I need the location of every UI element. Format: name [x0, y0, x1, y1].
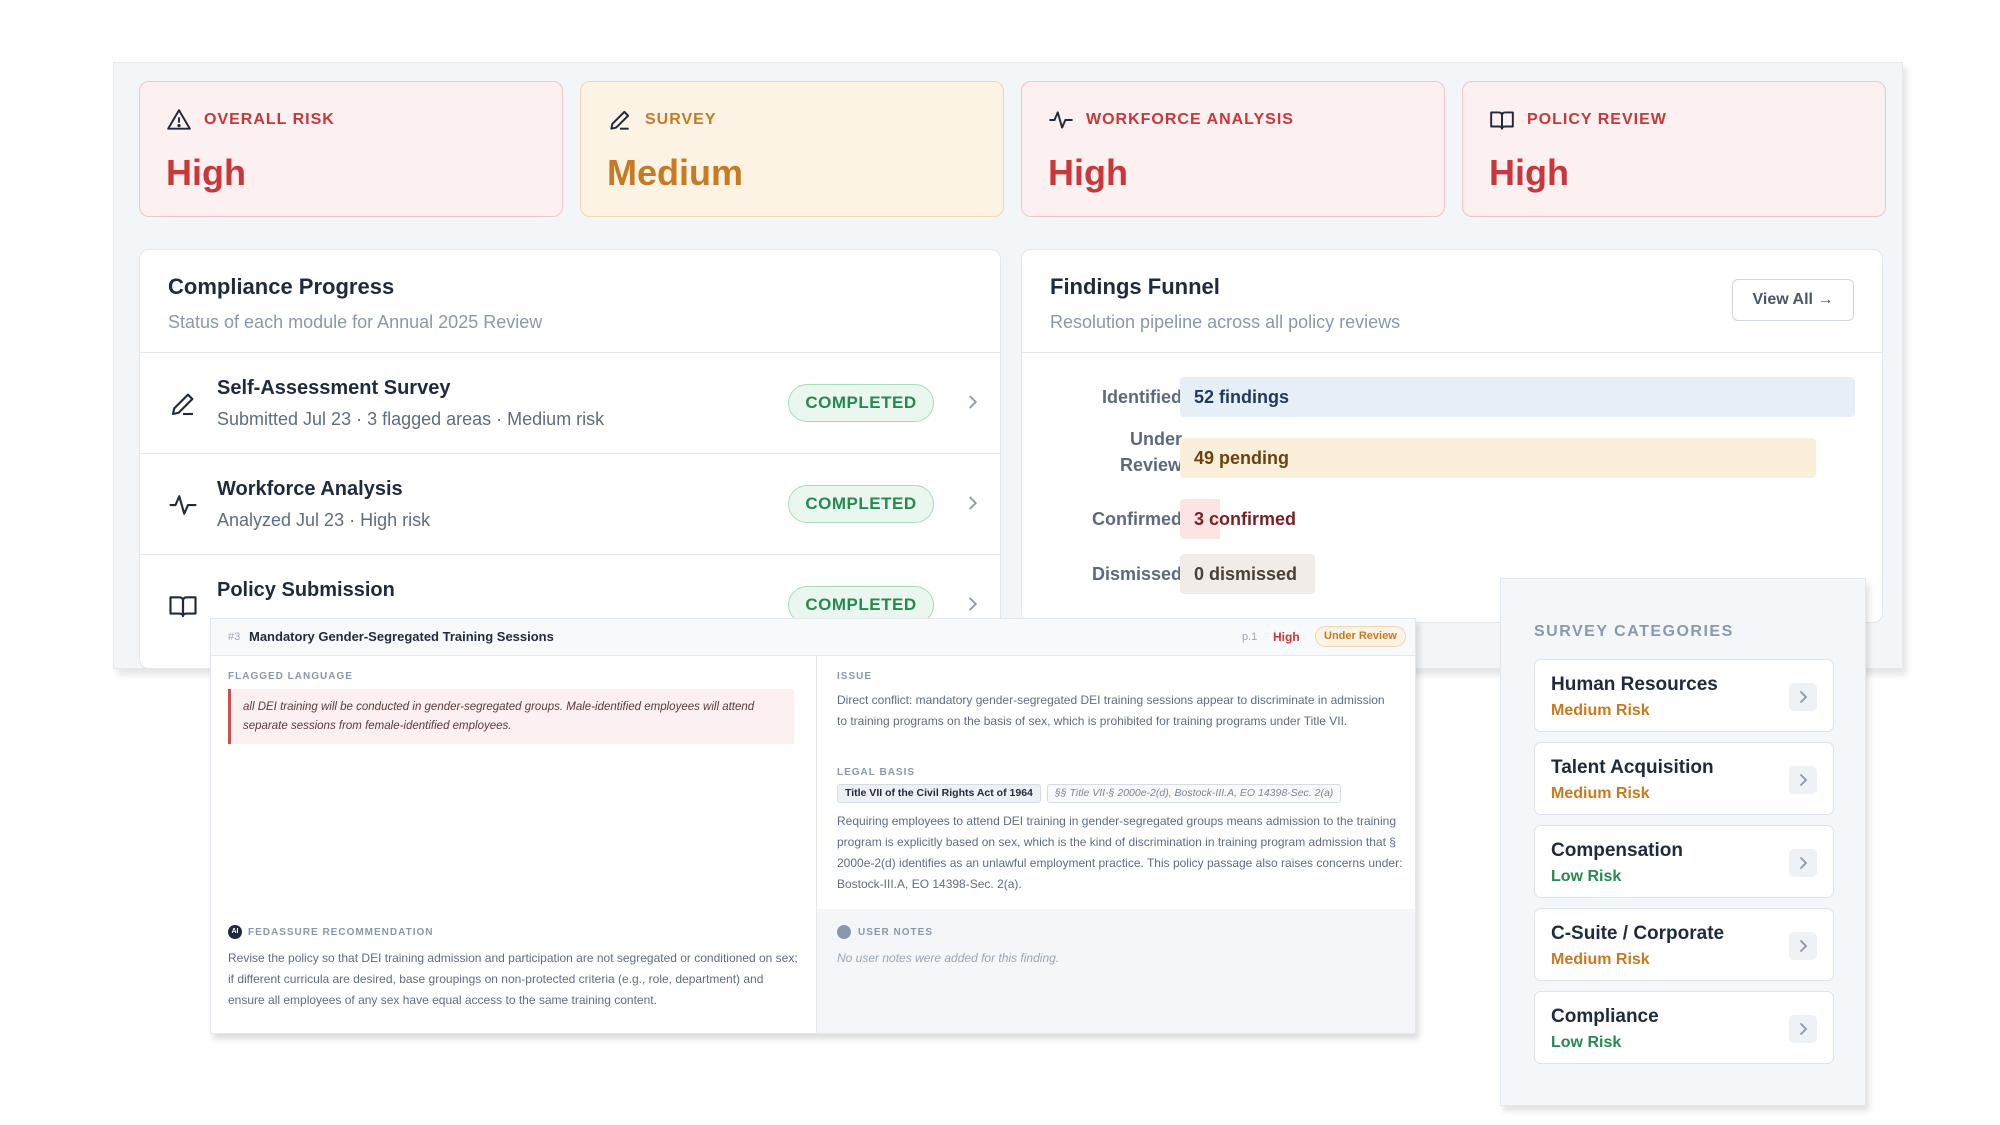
category-item[interactable]: Compensation Low Risk [1534, 825, 1834, 898]
category-risk: Low Risk [1551, 868, 1622, 885]
status-badge: Under Review [1315, 626, 1406, 647]
legal-basis-label: LEGAL BASIS [837, 767, 916, 778]
risk-card-workforce: WORKFORCE ANALYSIS High [1021, 81, 1445, 217]
legal-basis-text: Requiring employees to attend DEI traini… [837, 814, 1403, 891]
flagged-language-quote: all DEI training will be conducted in ge… [228, 689, 794, 744]
module-meta: Submitted Jul 23 · 3 flagged areas · Med… [217, 409, 605, 429]
recommendation-label: FEDASSURE RECOMMENDATION [248, 927, 434, 938]
funnel-row-under-review: Under Review 49 pending [1022, 429, 1882, 478]
user-icon [837, 925, 851, 939]
module-row-survey[interactable]: Self-Assessment Survey Submitted Jul 23 … [140, 353, 1000, 454]
findings-funnel-panel: Findings Funnel Resolution pipeline acro… [1021, 249, 1883, 623]
panel-title: Compliance Progress [168, 274, 395, 299]
category-risk: Medium Risk [1551, 785, 1650, 802]
finding-title: Mandatory Gender-Segregated Training Ses… [249, 629, 554, 644]
category-item[interactable]: Human Resources Medium Risk [1534, 659, 1834, 732]
funnel-label: Under Review [1119, 429, 1182, 475]
funnel-bar: 3 confirmed [1180, 499, 1340, 539]
issue-text: Direct conflict: mandatory gender-segreg… [837, 693, 1385, 728]
panel-header: Compliance Progress Status of each modul… [140, 250, 1000, 353]
finding-detail-card: #3 Mandatory Gender-Segregated Training … [210, 618, 1416, 1034]
recommendation-text: Revise the policy so that DEI training a… [228, 951, 798, 1007]
risk-card-survey: SURVEY Medium [580, 81, 1004, 217]
chevron-right-icon[interactable] [962, 492, 984, 514]
category-item[interactable]: C-Suite / Corporate Medium Risk [1534, 908, 1834, 981]
open-book-icon [169, 596, 197, 618]
category-name: C-Suite / Corporate [1551, 923, 1725, 944]
user-notes-label: USER NOTES [858, 927, 934, 938]
chevron-right-icon [1800, 774, 1808, 786]
chevron-right-icon [1800, 691, 1808, 703]
module-row-workforce[interactable]: Workforce Analysis Analyzed Jul 23 · Hig… [140, 454, 1000, 555]
flagged-language-label: FLAGGED LANGUAGE [228, 671, 353, 682]
chevron-right-icon[interactable] [962, 391, 984, 413]
legal-chip: Title VII of the Civil Rights Act of 196… [837, 784, 1041, 803]
funnel-label: Dismissed [1091, 564, 1182, 584]
risk-card-value: High [166, 152, 246, 193]
issue-label: ISSUE [837, 671, 873, 682]
pen-icon [610, 110, 630, 130]
category-name: Compliance [1551, 1006, 1659, 1027]
finding-header: #3 Mandatory Gender-Segregated Training … [211, 619, 1415, 656]
funnel-row-confirmed: Confirmed 3 confirmed [1022, 499, 1882, 539]
chevron-right-icon [1800, 940, 1808, 952]
category-name: Talent Acquisition [1551, 757, 1714, 778]
category-open-button[interactable] [1789, 683, 1817, 711]
status-badge: COMPLETED [788, 384, 934, 422]
risk-card-value: High [1489, 152, 1569, 193]
category-risk: Medium Risk [1551, 702, 1650, 719]
funnel-row-identified: Identified 52 findings [1022, 377, 1882, 417]
category-item[interactable]: Talent Acquisition Medium Risk [1534, 742, 1834, 815]
category-risk: Medium Risk [1551, 951, 1650, 968]
module-title: Workforce Analysis [217, 478, 403, 500]
panel-header: Findings Funnel Resolution pipeline acro… [1022, 250, 1882, 353]
module-title: Self-Assessment Survey [217, 377, 451, 399]
category-name: Compensation [1551, 840, 1683, 861]
survey-categories-title: SURVEY CATEGORIES [1534, 623, 1734, 640]
funnel-bar: 52 findings [1180, 377, 1855, 417]
finding-number: #3 [228, 631, 241, 643]
funnel-label: Confirmed [1092, 509, 1182, 529]
activity-pulse-icon [169, 495, 197, 515]
panel-subtitle: Status of each module for Annual 2025 Re… [168, 312, 543, 332]
activity-pulse-icon [1049, 111, 1073, 129]
funnel-bar: 0 dismissed [1180, 554, 1315, 594]
risk-card-label: OVERALL RISK [204, 111, 335, 128]
module-title: Policy Submission [217, 579, 395, 601]
pen-icon [171, 393, 194, 416]
finding-page: p.1 [1242, 631, 1258, 643]
chevron-right-icon [1800, 1023, 1808, 1035]
risk-card-value: High [1048, 152, 1128, 193]
severity-badge: High [1273, 630, 1300, 644]
category-item[interactable]: Compliance Low Risk [1534, 991, 1834, 1064]
category-open-button[interactable] [1789, 766, 1817, 794]
risk-card-label: WORKFORCE ANALYSIS [1086, 111, 1294, 128]
chevron-right-icon [1800, 857, 1808, 869]
category-open-button[interactable] [1789, 1015, 1817, 1043]
legal-references: §§ Title VII-§ 2000e-2(d), Bostock-III.A… [1047, 784, 1342, 803]
category-open-button[interactable] [1789, 849, 1817, 877]
survey-categories-panel: SURVEY CATEGORIES Human Resources Medium… [1500, 578, 1866, 1106]
open-book-icon [1490, 111, 1514, 130]
category-name: Human Resources [1551, 674, 1718, 695]
status-badge: COMPLETED [788, 485, 934, 523]
funnel-label: Identified [1102, 387, 1182, 407]
ai-badge-icon: AI [228, 925, 242, 939]
risk-card-label: POLICY REVIEW [1527, 111, 1667, 128]
module-meta: Analyzed Jul 23 · High risk [217, 510, 431, 530]
risk-card-policy: POLICY REVIEW High [1462, 81, 1886, 217]
risk-card-label: SURVEY [645, 111, 717, 128]
risk-card-value: Medium [607, 152, 744, 193]
compliance-progress-panel: Compliance Progress Status of each modul… [139, 249, 1001, 669]
risk-card-overall: OVERALL RISK High [139, 81, 563, 217]
user-notes-text: No user notes were added for this findin… [837, 951, 1060, 965]
category-open-button[interactable] [1789, 932, 1817, 960]
warning-triangle-icon [167, 109, 191, 130]
chevron-right-icon[interactable] [962, 593, 984, 615]
view-all-button[interactable]: View All → [1732, 279, 1854, 321]
funnel-bar: 49 pending [1180, 438, 1817, 478]
category-risk: Low Risk [1551, 1034, 1622, 1051]
